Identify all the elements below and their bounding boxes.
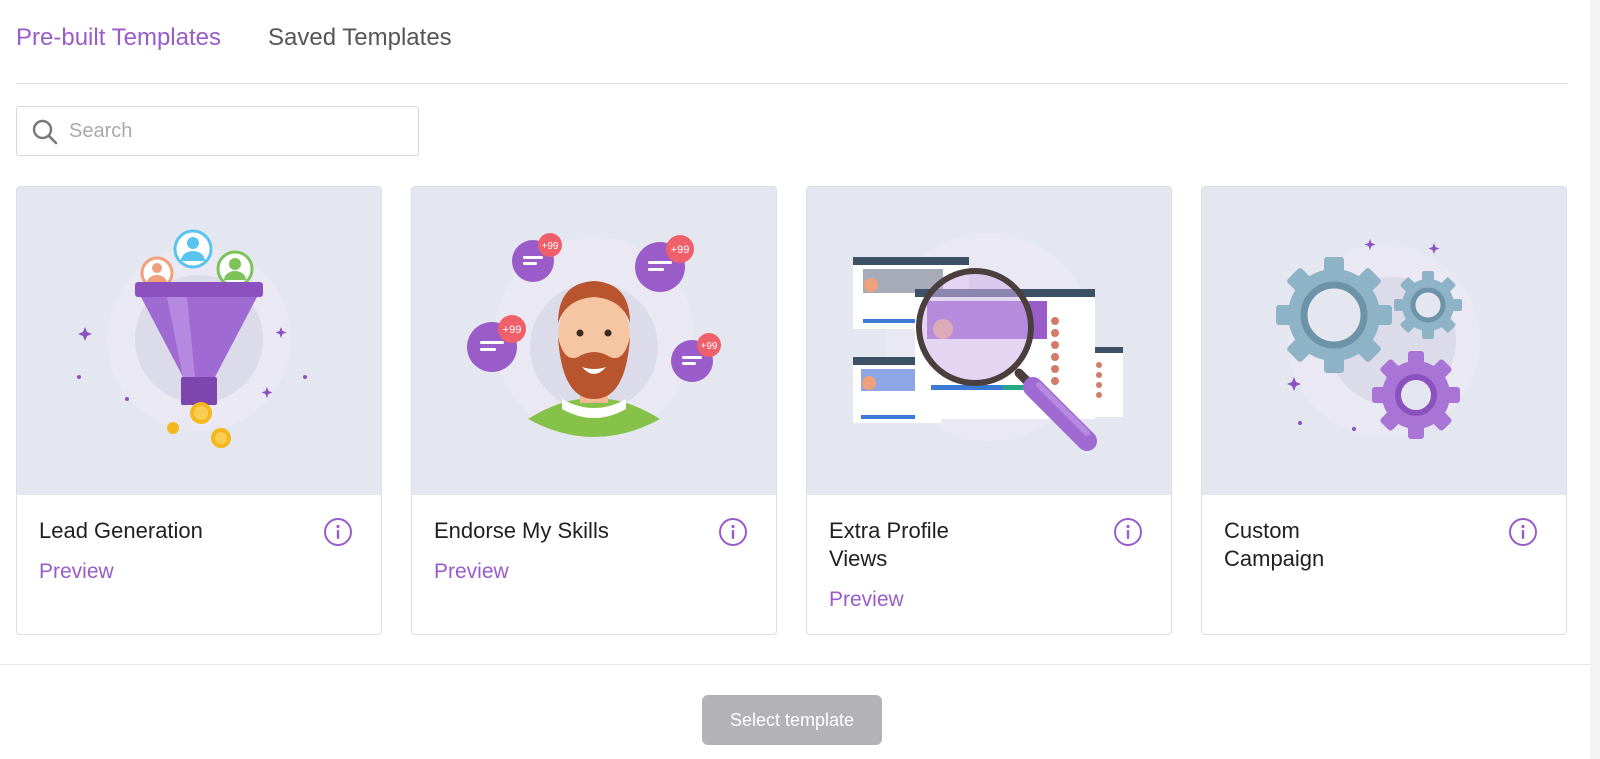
search-icon [32, 119, 58, 145]
card-title: Extra Profile Views [829, 518, 949, 571]
svg-text:+99: +99 [503, 324, 522, 336]
template-tabs: Pre-built Templates Saved Templates [16, 0, 1568, 84]
template-card-endorse-my-skills[interactable]: +99 +99 +99 +99 Endorse My Skills Previe… [411, 186, 777, 635]
magnifying-glass-profile-illustration [807, 187, 1171, 495]
gears-illustration [1202, 187, 1566, 495]
sales-funnel-illustration [17, 187, 381, 495]
template-card-extra-profile-views[interactable]: Extra Profile Views Preview [806, 186, 1172, 635]
bearded-man-notifications-illustration: +99 +99 +99 +99 [412, 187, 776, 495]
card-title: Custom Campaign [1224, 518, 1325, 571]
template-card-lead-generation[interactable]: Lead Generation Preview [16, 186, 382, 635]
scrollbar[interactable] [1590, 0, 1600, 759]
template-card-custom-campaign[interactable]: Custom Campaign [1201, 186, 1567, 635]
select-template-button[interactable]: Select template [702, 695, 882, 745]
preview-link[interactable]: Preview [829, 588, 904, 612]
card-title: Lead Generation [39, 518, 203, 543]
info-icon[interactable] [323, 517, 353, 547]
svg-text:+99: +99 [701, 341, 718, 352]
svg-text:+99: +99 [542, 241, 559, 252]
info-icon[interactable] [1113, 517, 1143, 547]
card-title: Endorse My Skills [434, 518, 609, 543]
info-icon[interactable] [1508, 517, 1538, 547]
svg-text:+99: +99 [671, 244, 690, 256]
info-icon[interactable] [718, 517, 748, 547]
preview-link[interactable]: Preview [434, 560, 509, 584]
tab-saved-templates[interactable]: Saved Templates [268, 24, 452, 52]
preview-link[interactable]: Preview [39, 560, 114, 584]
search-input[interactable] [69, 115, 399, 147]
tab-prebuilt-templates[interactable]: Pre-built Templates [16, 24, 221, 52]
footer-divider [0, 664, 1600, 665]
search-box[interactable] [16, 106, 419, 156]
